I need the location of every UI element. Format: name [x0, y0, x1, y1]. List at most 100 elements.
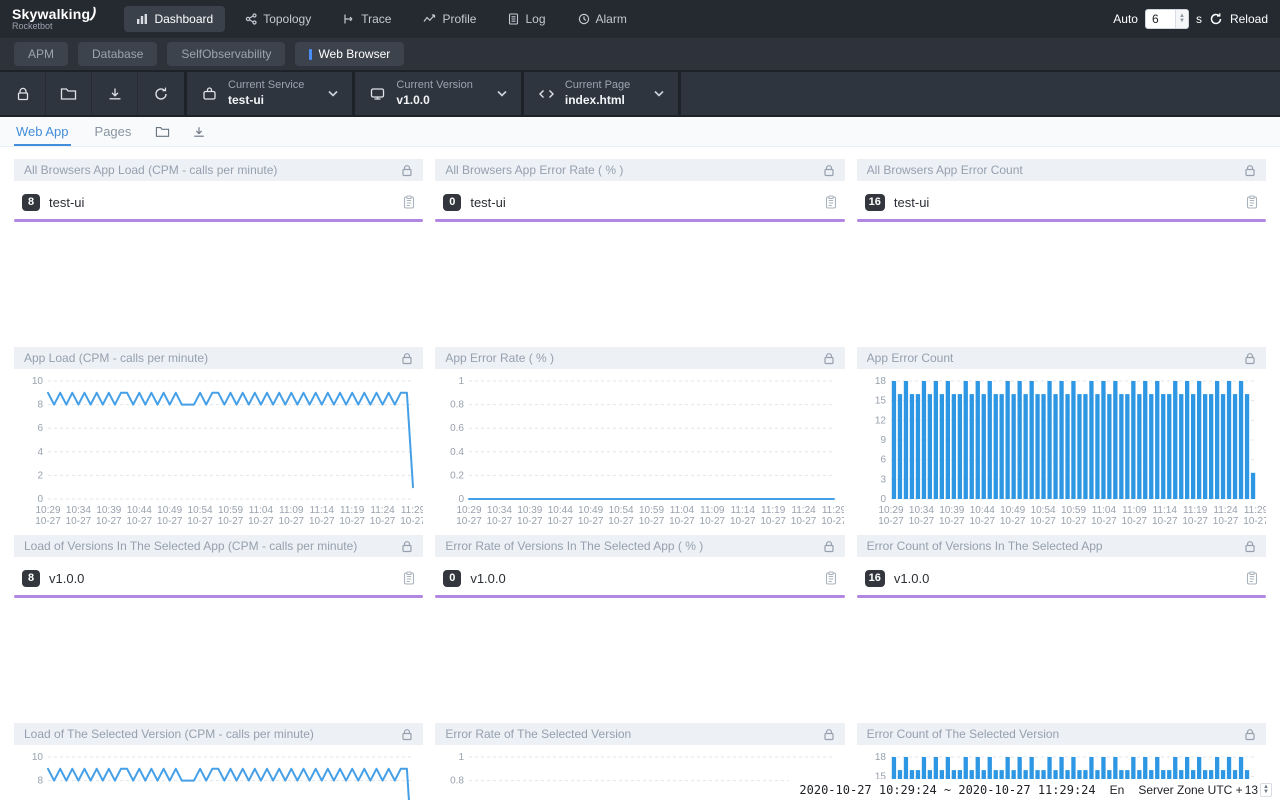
clipboard-icon[interactable]: [825, 571, 837, 585]
svg-text:18: 18: [875, 376, 887, 387]
lock-icon[interactable]: [823, 164, 835, 177]
svg-text:10-27: 10-27: [218, 516, 244, 527]
nav-item-log[interactable]: Log: [496, 6, 557, 32]
version-load-line-chart[interactable]: 024681010:2910-2710:3410-2710:3910-2710:…: [14, 747, 423, 800]
app-load-line-chart[interactable]: 024681010:2910-2710:3410-2710:3910-2710:…: [14, 371, 423, 529]
svg-text:10-27: 10-27: [791, 516, 817, 527]
metric-slot[interactable]: 8 v1.0.0: [14, 566, 423, 590]
lock-icon[interactable]: [401, 164, 413, 177]
svg-text:11:04: 11:04: [670, 505, 695, 516]
auto-label: Auto: [1113, 12, 1138, 26]
nav-item-alarm[interactable]: Alarm: [566, 6, 639, 32]
app-error-rate-line-chart[interactable]: 00.20.40.60.8110:2910-2710:3410-2710:391…: [435, 371, 844, 529]
language-selector[interactable]: En: [1110, 783, 1125, 797]
lock-icon[interactable]: [823, 728, 835, 741]
tab-pages[interactable]: Pages: [93, 118, 134, 146]
reload-icon[interactable]: [1209, 12, 1223, 26]
svg-text:10-27: 10-27: [939, 516, 965, 527]
clipboard-icon[interactable]: [403, 571, 415, 585]
svg-text:0: 0: [880, 494, 886, 505]
metric-slot[interactable]: 16 v1.0.0: [857, 566, 1266, 590]
slot-indicator-bar: [857, 595, 1266, 598]
svg-text:10-27: 10-27: [279, 516, 305, 527]
nav-item-topology[interactable]: Topology: [233, 6, 323, 32]
svg-text:10-27: 10-27: [487, 516, 513, 527]
subtab-selfobservability[interactable]: SelfObservability: [167, 42, 285, 66]
tab-export-button[interactable]: [192, 125, 206, 139]
slot-name: v1.0.0: [470, 571, 824, 586]
toolbar-spacer: [681, 72, 1280, 115]
time-range-value[interactable]: 2020-10-27 10:29:24 ~ 2020-10-27 11:29:2…: [799, 783, 1095, 797]
lock-button[interactable]: [0, 72, 46, 115]
svg-text:10:39: 10:39: [518, 505, 543, 516]
export-button[interactable]: [92, 72, 138, 115]
card-title: Error Rate of The Selected Version: [445, 727, 822, 741]
clipboard-icon[interactable]: [1246, 195, 1258, 209]
auto-interval-input[interactable]: 6 ▲▼: [1145, 9, 1189, 29]
lock-icon[interactable]: [823, 352, 835, 365]
nav-item-trace[interactable]: Trace: [331, 6, 403, 32]
refresh-button[interactable]: [138, 72, 184, 115]
card-header: App Error Rate ( % ): [435, 347, 844, 369]
service-selector[interactable]: Current Service test-ui: [187, 72, 352, 115]
nav-item-dashboard[interactable]: Dashboard: [124, 6, 225, 32]
svg-text:10-27: 10-27: [309, 516, 335, 527]
stepper-arrows-icon[interactable]: ▲▼: [1175, 10, 1188, 28]
lock-icon[interactable]: [401, 352, 413, 365]
svg-text:11:09: 11:09: [1122, 505, 1147, 516]
service-icon: [201, 86, 218, 102]
clipboard-icon[interactable]: [1246, 571, 1258, 585]
clipboard-icon[interactable]: [403, 195, 415, 209]
card-title: Error Rate of Versions In The Selected A…: [445, 539, 822, 553]
server-zone-value[interactable]: 13: [1245, 783, 1258, 797]
card-selected-version-error-rate-chart: Error Rate of The Selected Version 00.20…: [435, 723, 844, 800]
clipboard-icon[interactable]: [825, 195, 837, 209]
svg-text:10-27: 10-27: [700, 516, 726, 527]
metric-slot[interactable]: 8 test-ui: [14, 190, 423, 214]
metric-slot[interactable]: 0 v1.0.0: [435, 566, 844, 590]
slot-name: test-ui: [49, 195, 403, 210]
lock-icon[interactable]: [401, 540, 413, 553]
lock-icon[interactable]: [401, 728, 413, 741]
server-zone-label: Server Zone UTC +: [1138, 783, 1242, 797]
page-selector[interactable]: Current Page index.html: [524, 72, 678, 115]
version-error-rate-line-chart[interactable]: 00.20.40.60.8110:2910-2710:3410-2710:391…: [435, 747, 844, 800]
svg-text:1: 1: [459, 752, 465, 763]
svg-text:1: 1: [459, 376, 465, 387]
svg-text:11:19: 11:19: [761, 505, 786, 516]
time-range-statusbar: 2020-10-27 10:29:24 ~ 2020-10-27 11:29:2…: [789, 779, 1276, 800]
svg-text:0.2: 0.2: [450, 470, 464, 481]
subtab-database[interactable]: Database: [78, 42, 157, 66]
lock-icon[interactable]: [1244, 352, 1256, 365]
svg-text:10:34: 10:34: [909, 505, 934, 516]
lock-icon[interactable]: [1244, 728, 1256, 741]
metric-slot[interactable]: 16 test-ui: [857, 190, 1266, 214]
stepper-arrows-icon[interactable]: ▲▼: [1260, 783, 1272, 797]
toolbar-icon-group: [0, 72, 184, 115]
tab-folder-button[interactable]: [155, 125, 170, 138]
reload-label[interactable]: Reload: [1230, 12, 1268, 26]
lock-icon[interactable]: [1244, 540, 1256, 553]
version-selector[interactable]: Current Version v1.0.0: [355, 72, 520, 115]
svg-text:6: 6: [880, 455, 886, 466]
card-title: All Browsers App Load (CPM - calls per m…: [24, 163, 401, 177]
import-button[interactable]: [46, 72, 92, 115]
svg-text:10-27: 10-27: [517, 516, 543, 527]
card-header: All Browsers App Error Rate ( % ): [435, 159, 844, 181]
svg-text:4: 4: [37, 447, 43, 458]
lock-icon[interactable]: [1244, 164, 1256, 177]
tab-web-app[interactable]: Web App: [14, 118, 71, 146]
svg-text:10-27: 10-27: [96, 516, 122, 527]
nav-item-label: Alarm: [596, 12, 627, 26]
lock-icon[interactable]: [823, 540, 835, 553]
card-header: Error Rate of Versions In The Selected A…: [435, 535, 844, 557]
nav-item-profile[interactable]: Profile: [411, 6, 488, 32]
subtab-apm[interactable]: APM: [14, 42, 68, 66]
svg-text:10-27: 10-27: [187, 516, 213, 527]
svg-text:10:34: 10:34: [487, 505, 512, 516]
active-tab-indicator: [309, 49, 312, 60]
app-error-count-bar-chart[interactable]: 036912151810:2910-2710:3410-2710:3910-27…: [857, 371, 1266, 529]
subtab-web-browser[interactable]: Web Browser: [295, 42, 404, 66]
card-title: All Browsers App Error Rate ( % ): [445, 163, 822, 177]
metric-slot[interactable]: 0 test-ui: [435, 190, 844, 214]
